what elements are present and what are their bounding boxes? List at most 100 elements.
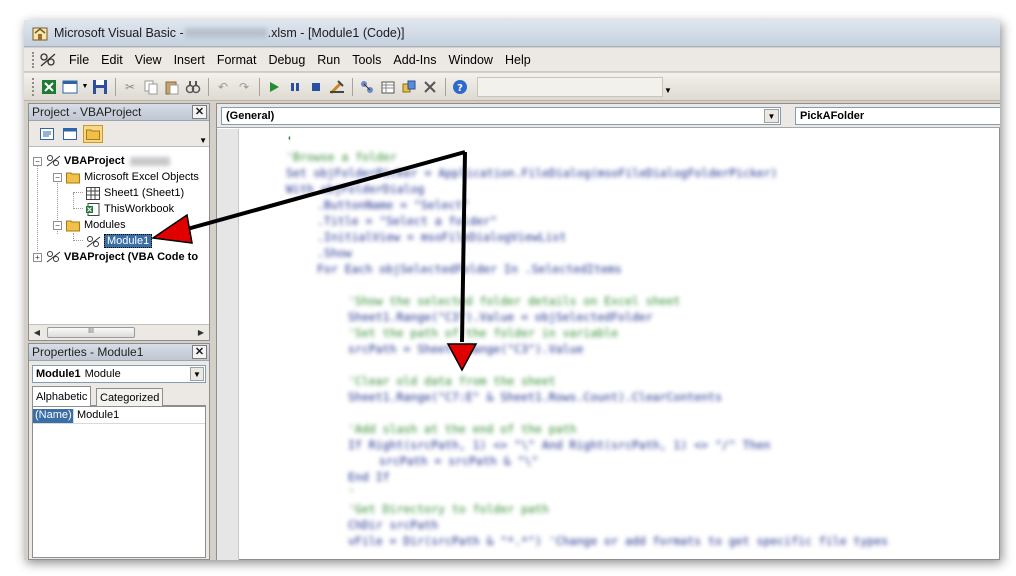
object-selector[interactable]: Module1 Module ▼	[32, 365, 206, 383]
insert-userform-icon[interactable]	[60, 77, 80, 97]
design-mode-icon[interactable]	[327, 77, 347, 97]
properties-window-icon[interactable]	[378, 77, 398, 97]
menu-help[interactable]: Help	[499, 51, 537, 69]
menu-insert[interactable]: Insert	[168, 51, 211, 69]
property-row[interactable]: (Name) Module1	[33, 409, 205, 424]
folder-open-icon	[65, 218, 81, 232]
menu-bar: File Edit View Insert Format Debug Run T…	[24, 48, 1000, 72]
code-editor[interactable]: ' 'Browse a folder Set objFolderPicker = …	[240, 129, 1000, 560]
menu-grip[interactable]	[32, 51, 35, 68]
close-icon[interactable]: ✕	[192, 345, 207, 359]
vba-module-icon	[40, 52, 56, 66]
toolbar-separator	[115, 77, 116, 96]
property-value[interactable]: Module1	[73, 409, 119, 423]
tree-node-vbaproject-2[interactable]: + VBAProject (VBA Code to	[33, 249, 198, 265]
code-text: Sheet1.Range("C3").Value = objSelectedFo…	[348, 310, 653, 324]
chevron-down-icon[interactable]: ▼	[764, 109, 779, 123]
vba-app-icon	[32, 27, 48, 41]
collapse-icon[interactable]: −	[53, 172, 62, 182]
code-comment: 'Browse a folder	[286, 150, 397, 164]
tree-node-modules[interactable]: − Modules	[53, 217, 126, 233]
code-text: vFile = Dir(srcPath & "*.*") 'Change or …	[348, 534, 889, 548]
code-text: For Each objSelectedFolder In .SelectedI…	[317, 262, 622, 276]
chevron-down-icon[interactable]: ▼	[190, 367, 204, 381]
find-icon[interactable]	[183, 77, 203, 97]
tab-alphabetic[interactable]: Alphabetic	[32, 386, 92, 407]
view-excel-icon[interactable]	[39, 77, 59, 97]
code-text: With objFolderDialog	[286, 182, 425, 196]
properties-pane: Properties - Module1 ✕ Module1 Module ▼ …	[28, 343, 210, 560]
save-icon[interactable]	[90, 77, 110, 97]
menu-file[interactable]: File	[63, 51, 95, 69]
tree-node-thisworkbook[interactable]: ThisWorkbook	[85, 201, 174, 217]
toolbar-separator	[259, 77, 260, 96]
toolbox-icon[interactable]	[420, 77, 440, 97]
break-icon[interactable]	[285, 77, 305, 97]
code-text: End If	[348, 470, 390, 484]
menu-window[interactable]: Window	[443, 51, 499, 69]
expand-icon[interactable]: +	[33, 252, 42, 262]
undo-icon[interactable]: ↶	[213, 77, 233, 97]
copy-icon[interactable]	[141, 77, 161, 97]
redacted-filename	[184, 28, 267, 38]
collapse-icon[interactable]: −	[33, 156, 42, 166]
help-icon[interactable]: ?	[450, 77, 470, 97]
scroll-right-icon[interactable]: ▶	[193, 325, 209, 340]
view-object-icon[interactable]	[60, 125, 80, 143]
svg-text:?: ?	[457, 83, 463, 94]
folder-open-icon	[65, 170, 81, 184]
code-line: vFile = Dir(srcPath & "*.*") 'Change or …	[348, 534, 888, 550]
view-code-icon[interactable]	[37, 125, 57, 143]
menu-format[interactable]: Format	[211, 51, 263, 69]
project-horizontal-scrollbar[interactable]: ◀ III ▶	[29, 324, 209, 340]
project-pane-title: Project - VBAProject	[32, 105, 142, 119]
menu-run[interactable]: Run	[311, 51, 346, 69]
tree-label-module1: Module1	[104, 234, 153, 248]
project-explorer-icon[interactable]	[357, 77, 377, 97]
menu-debug[interactable]: Debug	[262, 51, 311, 69]
code-line: 'Browse a folder	[286, 150, 397, 166]
object-dropdown[interactable]: (General) ▼	[221, 107, 781, 125]
menu-tools[interactable]: Tools	[346, 51, 387, 69]
cut-icon[interactable]: ✂	[120, 77, 140, 97]
tree-label-vbaproject: VBAProject	[64, 155, 125, 167]
tab-categorized[interactable]: Categorized	[96, 388, 164, 406]
tree-node-vbaproject[interactable]: − VBAProject	[33, 153, 170, 169]
toolbar-grip[interactable]	[32, 77, 35, 96]
redo-icon[interactable]: ↷	[234, 77, 254, 97]
run-icon[interactable]	[264, 77, 284, 97]
code-text: .Show	[317, 246, 352, 260]
code-text: .InitialView = msoFileDialogViewList	[317, 230, 567, 244]
toggle-folders-icon[interactable]	[83, 124, 103, 143]
code-line: 'Set the path of the folder in variable	[348, 326, 618, 342]
procedure-dropdown[interactable]: PickAFolder	[795, 107, 1000, 125]
paste-icon[interactable]	[162, 77, 182, 97]
code-line: With objFolderDialog	[286, 182, 424, 198]
object-browser-icon[interactable]	[399, 77, 419, 97]
code-line: .Show	[317, 246, 352, 262]
menu-view[interactable]: View	[129, 51, 168, 69]
reset-icon[interactable]	[306, 77, 326, 97]
standard-toolbar: ▼ ✂ ↶ ↷ ? ▼	[24, 73, 1000, 101]
chevron-down-icon[interactable]: ▼	[199, 136, 207, 145]
tree-node-module1[interactable]: Module1	[85, 233, 153, 249]
scroll-thumb[interactable]: III	[47, 327, 135, 338]
margin-indicator-bar[interactable]	[217, 129, 239, 560]
collapse-icon[interactable]: −	[53, 220, 62, 230]
code-comment: 'Show the selected folder details on Exc…	[348, 294, 681, 308]
close-icon[interactable]: ✕	[192, 105, 207, 119]
code-text: srcPath = srcPath & "\"	[379, 454, 539, 468]
object-name: Module1	[36, 368, 81, 380]
tree-line	[73, 193, 74, 207]
menu-add-ins[interactable]: Add-Ins	[387, 51, 442, 69]
toolbar-options-icon[interactable]: ▼	[663, 80, 673, 100]
menu-edit[interactable]: Edit	[95, 51, 129, 69]
code-line: ChDir srcPath	[348, 518, 438, 534]
chevron-down-icon[interactable]: ▼	[81, 77, 89, 97]
scroll-left-icon[interactable]: ◀	[29, 325, 45, 340]
tree-node-sheet1[interactable]: Sheet1 (Sheet1)	[85, 185, 184, 201]
code-text: Sheet1.Range("C7:E" & Sheet1.Rows.Count)…	[348, 390, 722, 404]
tree-node-excel-objects[interactable]: − Microsoft Excel Objects	[53, 169, 199, 185]
code-text: .Title = "Select a folder"	[317, 214, 498, 228]
vbaproject-icon	[45, 250, 61, 264]
